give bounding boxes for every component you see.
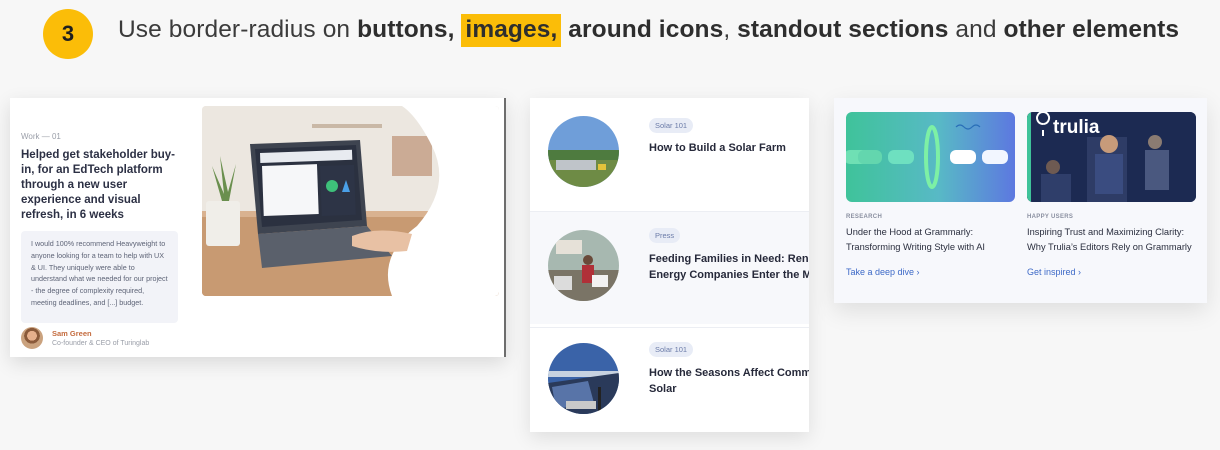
- headline-bold-sections: standout sections: [737, 16, 949, 43]
- headline-bold-other: other elements: [1003, 16, 1180, 43]
- blog-title[interactable]: Under the Hood at Grammarly: Transformin…: [846, 225, 1022, 255]
- author-role: Co-founder & CEO of Turinglab: [52, 340, 150, 347]
- take-a-deep-dive-link[interactable]: Take a deep dive ›: [846, 267, 920, 277]
- headline-text-3: and: [948, 16, 1004, 43]
- author-avatar: [21, 327, 43, 349]
- headline-highlight-images: images,: [461, 14, 562, 47]
- article-thumbnail-seasons: [548, 343, 619, 414]
- headline: Use border-radius on buttons, images, ar…: [118, 14, 1180, 47]
- step-number-badge: 3: [43, 9, 93, 59]
- laptop-scene-illustration: [202, 106, 499, 296]
- list-item[interactable]: Solar 101 How to Build a Solar Farm: [530, 98, 809, 210]
- article-title-line: How the Seasons Affect Comm: [649, 367, 809, 379]
- headline-text-2: ,: [723, 16, 738, 43]
- case-study-title[interactable]: Helped get stakeholder buy-in, for an Ed…: [21, 148, 183, 223]
- trulia-article-image[interactable]: trulia: [1027, 112, 1196, 202]
- article-title-line: Feeding Families in Need: Ren: [649, 253, 809, 265]
- headline-text-1: Use border-radius on: [118, 16, 358, 43]
- headline-bold-icons: around icons: [568, 16, 724, 43]
- list-item[interactable]: Solar 101 How the Seasons Affect Comm So…: [530, 328, 809, 432]
- article-tag: Solar 101: [649, 342, 694, 357]
- case-study-card[interactable]: Work — 01 Helped get stakeholder buy-in,…: [10, 98, 506, 357]
- article-list-card: Solar 101 How to Build a Solar Farm Pres…: [530, 98, 809, 432]
- step-number: 3: [61, 21, 75, 46]
- article-thumbnail-solar-farm: [548, 116, 619, 187]
- author-name: Sam Green: [52, 329, 92, 338]
- testimonial-quote: I would 100% recommend Heavyweight to an…: [21, 231, 178, 323]
- article-tag: Solar 101: [649, 118, 694, 133]
- get-inspired-link[interactable]: Get inspired ›: [1027, 267, 1081, 277]
- article-title[interactable]: How the Seasons Affect Comm Solar: [649, 365, 809, 397]
- article-title-line: Solar: [649, 383, 677, 395]
- blog-title[interactable]: Inspiring Trust and Maximizing Clarity: …: [1027, 225, 1203, 255]
- list-item[interactable]: Press Feeding Families in Need: Ren Ener…: [530, 212, 809, 324]
- blog-card: trulia RESEARCH Under the Hood at Gramma…: [834, 98, 1207, 303]
- article-tag: Press: [649, 228, 681, 243]
- trulia-logo: trulia: [1053, 117, 1100, 138]
- article-thumbnail-families: [548, 230, 619, 301]
- case-study-eyebrow: Work — 01: [21, 132, 61, 141]
- blog-eyebrow: HAPPY USERS: [1027, 214, 1074, 220]
- blog-eyebrow: RESEARCH: [846, 214, 883, 220]
- article-title-line: Energy Companies Enter the M: [649, 269, 809, 281]
- grammarly-article-image[interactable]: [846, 112, 1015, 202]
- article-title[interactable]: How to Build a Solar Farm: [649, 140, 809, 156]
- laptop-photo: [202, 106, 499, 296]
- article-title[interactable]: Feeding Families in Need: Ren Energy Com…: [649, 251, 809, 283]
- headline-bold-buttons: buttons,: [357, 16, 455, 43]
